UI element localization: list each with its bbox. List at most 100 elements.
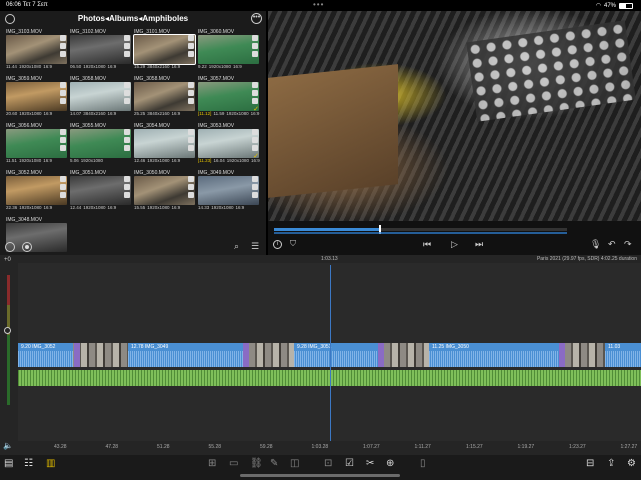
settings-icon[interactable]: ⚙ (627, 458, 636, 469)
clip-preview[interactable] (6, 35, 67, 64)
clip-badges (60, 35, 67, 57)
timeline-mode-icon[interactable]: ▥ (46, 458, 55, 469)
pen-icon[interactable]: ✎ (270, 458, 278, 469)
clip-segment[interactable]: 9.28 IMG_3051 (294, 343, 379, 367)
clip-preview[interactable] (70, 35, 131, 64)
browser-title[interactable]: Photos◂Albums◂Amphiboles (0, 14, 266, 23)
media-browser: Photos◂Albums◂Amphiboles ••• IMG_3103.MO… (0, 11, 266, 255)
playhead[interactable] (330, 265, 331, 441)
clip-thumbnail[interactable]: IMG_3060.MOV 9.22 1920x1080 16:9 (198, 29, 259, 76)
clip-filmstrip[interactable] (249, 343, 294, 367)
clip-filmstrip[interactable] (384, 343, 429, 367)
clip-thumbnail[interactable]: IMG_3057.MOV [11.12] 11.59 1920x1080 16:9 ✓ (198, 76, 259, 123)
scrubber-track[interactable] (274, 225, 567, 234)
record-icon[interactable] (22, 242, 32, 252)
play-icon[interactable]: ▷ (451, 239, 458, 250)
speaker-icon[interactable]: 🔈 (3, 441, 13, 450)
clip-segment[interactable]: 11.03 (605, 343, 641, 367)
clip-thumbnail[interactable]: IMG_3050.MOV 15.55 1920x1080 16:9 (134, 170, 195, 217)
link-icon[interactable]: ⛓ (250, 458, 263, 469)
clip-thumbnail[interactable]: IMG_3059.MOV 20.60 1920x1080 16:9 (6, 76, 67, 123)
clip-thumbnail[interactable]: IMG_3101.MOV 15.29 3840x2160 16:9 (133, 29, 196, 76)
caption-icon[interactable]: ▭ (229, 458, 238, 469)
clip-thumbnail[interactable]: IMG_3053.MOV [11.23] 16.04 1920x1080 16:9 ✓ (198, 123, 260, 170)
sort-icon[interactable]: ☰ (251, 241, 259, 252)
list-icon[interactable]: ☷ (24, 458, 33, 469)
timeline[interactable]: 1:03.13 Paris 2021 (29.97 fps, SDR) 4:02… (0, 255, 641, 455)
clip-preview[interactable] (6, 176, 67, 205)
clip-thumbnail[interactable]: IMG_3102.MOV 06.50 1920x1080 16:9 (70, 29, 131, 76)
shield-icon[interactable]: ⛉ (290, 239, 296, 249)
clip-preview[interactable] (70, 129, 131, 158)
battery-icon (619, 2, 633, 9)
video-viewer[interactable] (268, 11, 641, 221)
clip-filmstrip[interactable] (73, 343, 128, 367)
clip-badges (60, 82, 67, 104)
transport-bar: i ⛉ ⏮ ▷ ⏭ 🎙 ↶ ↷ (268, 221, 641, 255)
multitask-dots[interactable]: ••• (313, 0, 324, 9)
clip-preview[interactable] (198, 82, 259, 111)
clip-meta: 11.51 1920x1080 16:9 (6, 158, 52, 163)
browser-header: Photos◂Albums◂Amphiboles ••• (0, 11, 266, 27)
select-icon[interactable]: ☑ (345, 458, 354, 469)
clip-meta: [11.12] 11.59 1920x1080 16:9 (198, 111, 260, 116)
search-icon[interactable]: ⌕ (234, 241, 239, 252)
clip-meta: 06.50 1920x1080 16:9 (70, 64, 117, 69)
clip-segment[interactable]: 12.78 IMG_3049 (128, 343, 248, 367)
clip-segment[interactable]: 11.25 IMG_3050 (429, 343, 559, 367)
clip-preview[interactable] (70, 176, 131, 205)
transition-marker[interactable] (74, 343, 80, 367)
clip-preview[interactable] (6, 129, 67, 158)
voiceover-icon[interactable]: 🎙 (590, 239, 601, 250)
layout-icon[interactable]: ⊟ (586, 458, 594, 469)
snapshot-icon[interactable]: ⊡ (324, 458, 332, 469)
playhead-time: 1:03.13 (321, 256, 338, 262)
check-circle-icon[interactable] (5, 242, 15, 252)
clip-thumbnail[interactable]: IMG_3049.MOV 14.33 1920x1080 16:9 (198, 170, 259, 217)
clip-preview[interactable] (198, 35, 259, 64)
library-icon[interactable]: ▤ (4, 458, 13, 469)
clip-thumbnail[interactable]: IMG_3055.MOV 5.06 1920x1080 (70, 123, 131, 170)
clip-meta: 20.60 1920x1080 16:9 (6, 111, 53, 116)
info-icon[interactable]: i (273, 240, 282, 249)
clip-filmstrip[interactable] (565, 343, 605, 367)
camera-icon[interactable]: ◫ (290, 458, 299, 469)
share-icon[interactable]: ⇪ (607, 458, 615, 469)
redo-icon[interactable]: ↷ (624, 239, 632, 250)
home-indicator[interactable] (240, 474, 400, 477)
clip-preview[interactable] (198, 176, 259, 205)
clip-thumbnail[interactable]: IMG_3058.MOV 25.25 3840x2160 16:9 (134, 76, 195, 123)
clip-preview[interactable] (198, 129, 259, 158)
meter-knob[interactable] (4, 327, 11, 334)
clip-badges (188, 82, 195, 104)
clip-preview[interactable] (134, 176, 195, 205)
status-time: 06:06 Τετ 7 Σεπ (6, 2, 48, 8)
clip-badges (252, 82, 259, 104)
clip-thumbnail[interactable]: IMG_3058.MOV 14.07 3840x2160 16:9 (70, 76, 131, 123)
ruler-tick-label: 1:23.27 (569, 444, 586, 450)
scissors-icon[interactable]: ✂ (366, 458, 374, 469)
project-info[interactable]: Paris 2021 (29.97 fps, SDR) 4:02.25 dura… (537, 256, 637, 262)
clip-preview[interactable] (133, 34, 196, 65)
ruler-tick-label: 1:03.28 (311, 444, 329, 450)
timeline-ruler[interactable]: 43.28 47.28 51.28 55.28 59.28 1:03.28 1:07.27 1… (18, 441, 641, 455)
clip-thumbnail[interactable]: IMG_3052.MOV 22.36 1920x1080 16:9 (6, 170, 67, 217)
ellipsis-icon[interactable]: ••• (251, 13, 262, 24)
clip-preview[interactable] (134, 129, 195, 158)
clip-preview[interactable] (134, 82, 195, 111)
clip-thumbnail[interactable]: IMG_3054.MOV 12.46 1920x1080 16:9 (134, 123, 195, 170)
ruler-tick-label: 1:15.27 (466, 444, 483, 450)
clip-thumbnail[interactable]: IMG_3051.MOV 12.44 1920x1080 16:9 (70, 170, 131, 217)
add-title-icon[interactable]: ⊞ (208, 458, 216, 469)
skip-back-icon[interactable]: ⏮ (423, 239, 431, 250)
add-icon[interactable]: ⊕ (386, 458, 394, 469)
clip-preview[interactable] (6, 82, 67, 111)
clip-thumbnail[interactable]: IMG_3103.MOV 11.44 1920x1080 16:9 (6, 29, 67, 76)
clip-preview[interactable] (70, 82, 131, 111)
clip-segment[interactable]: 9.20 IMG_3052 (18, 343, 73, 367)
skip-forward-icon[interactable]: ⏭ (475, 239, 483, 250)
clip-meta: 12.44 1920x1080 16:9 (70, 205, 117, 210)
clip-thumbnail[interactable]: IMG_3056.MOV 11.51 1920x1080 16:9 (6, 123, 67, 170)
delete-icon[interactable]: ▯ (420, 458, 426, 469)
undo-icon[interactable]: ↶ (608, 239, 616, 250)
